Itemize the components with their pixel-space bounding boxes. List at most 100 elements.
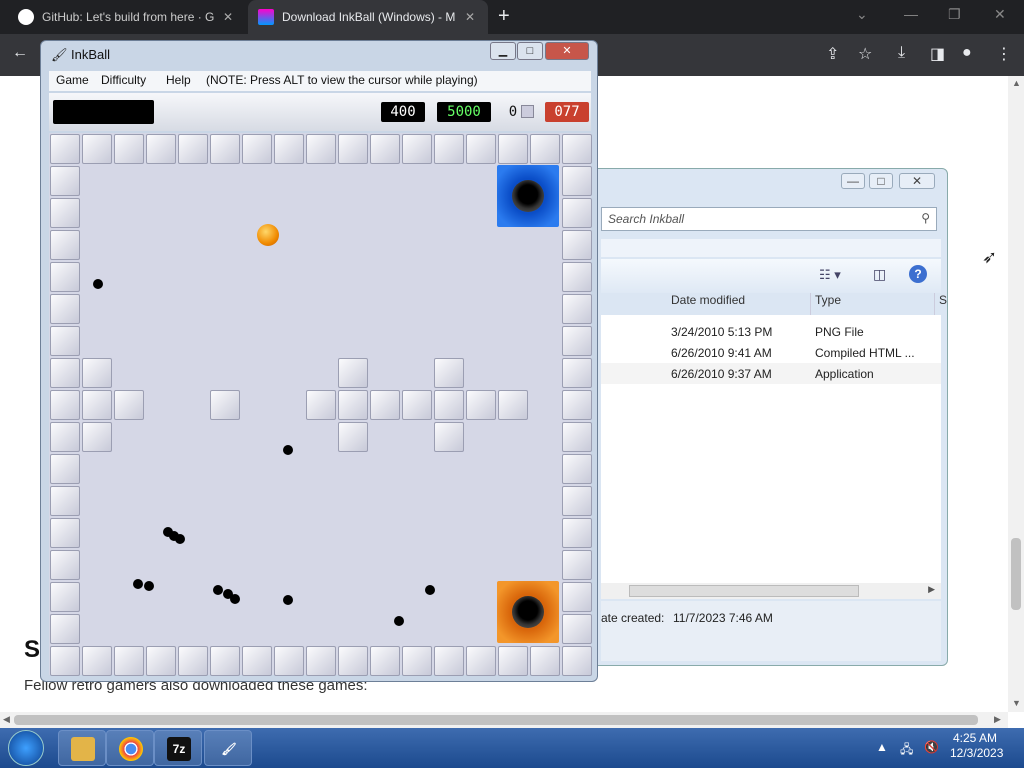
close-button[interactable]: ✕ [545,42,589,60]
scrollbar-thumb[interactable] [629,585,859,597]
close-icon[interactable]: ✕ [994,6,1006,23]
wall-tile [402,134,432,164]
wall-tile [562,454,592,484]
wall-tile [338,646,368,676]
wall-tile [178,134,208,164]
maximize-button[interactable]: □ [517,42,543,60]
search-icon[interactable]: ⚲ [921,211,930,225]
system-clock[interactable]: 4:25 AM 12/3/2023 [950,731,1003,761]
scroll-down-icon[interactable]: ▼ [1012,698,1021,708]
explorer-close-button[interactable]: ✕ [899,173,935,189]
tab-github[interactable]: GitHub: Let's build from here · G ✕ [8,0,246,34]
wall-tile [306,134,336,164]
column-date-modified[interactable]: Date modified [671,293,811,315]
scroll-right-icon[interactable]: ▶ [928,584,935,595]
wall-tile [82,646,112,676]
score-bar: 400 5000 0 077 [49,93,591,131]
help-icon[interactable]: ? [909,265,927,283]
wall-tile [370,390,400,420]
ink-dot [213,585,223,595]
wall-tile [562,198,592,228]
page-vertical-scrollbar[interactable]: ▲ ▼ [1008,76,1024,712]
preview-pane-icon[interactable]: ◫ [873,266,886,283]
tab-close-icon[interactable]: ✕ [462,10,478,24]
ball-queue-icon [521,105,534,118]
list-item[interactable]: 6/26/2010 9:37 AM Application [601,363,941,384]
ink-dot [394,616,404,626]
wall-tile [562,422,592,452]
new-tab-button[interactable]: + [498,5,510,28]
wall-tile [50,262,80,292]
ink-dot [93,279,103,289]
wall-tile [178,646,208,676]
menu-help[interactable]: Help [166,73,191,87]
side-panel-icon[interactable]: ◨ [930,44,945,64]
share-icon[interactable]: ⇪ [826,44,839,64]
restore-icon[interactable]: ❐ [948,6,961,23]
wall-tile [114,134,144,164]
blue-hole [497,165,559,227]
ink-dot [283,445,293,455]
tab-close-icon[interactable]: ✕ [220,10,236,24]
back-arrow-icon[interactable]: ← [12,44,28,62]
profile-icon[interactable]: ● [962,44,972,62]
list-item[interactable]: 6/26/2010 9:41 AM Compiled HTML ... [601,342,941,363]
minimize-icon[interactable]: — [904,6,918,22]
view-options-icon[interactable]: ☷ ▾ [819,267,841,283]
wall-tile [50,582,80,612]
scrollbar-thumb[interactable] [14,715,978,725]
wall-tile [498,390,528,420]
menu-difficulty[interactable]: Difficulty [101,73,146,87]
wall-tile [82,358,112,388]
wall-tile [274,646,304,676]
wall-tile [50,198,80,228]
taskbar: 7z 🖌 ▲ 🖧 🔇 4:25 AM 12/3/2023 [0,728,1024,768]
network-icon[interactable]: 🖧 [900,740,913,761]
menu-dots-icon[interactable]: ⋮ [996,44,1012,64]
column-label: Type [815,293,842,307]
wall-tile [498,646,528,676]
show-hidden-icons-icon[interactable]: ▲ [876,740,888,754]
inkball-window[interactable]: 🖌 InkBall ▁ □ ✕ Game Difficulty Help (NO… [40,40,598,682]
taskbar-7zip[interactable]: 7z [154,730,202,766]
scroll-left-icon[interactable]: ◀ [3,714,10,725]
file-list-horizontal-scrollbar[interactable]: ▶ [601,583,941,599]
wall-tile [562,614,592,644]
column-label: S [939,293,948,307]
explorer-maximize-button[interactable]: □ [869,173,893,189]
column-size[interactable]: S [939,293,949,315]
wall-tile [50,326,80,356]
explorer-minimize-button[interactable]: — [841,173,865,189]
bookmark-star-icon[interactable]: ☆ [858,44,872,64]
orange-ball [257,224,279,246]
tab-inkball-download[interactable]: Download InkBall (Windows) - M ✕ [248,0,488,34]
download-icon[interactable]: ⤓ [898,44,905,62]
scroll-right-icon[interactable]: ▶ [994,714,1001,725]
explorer-window[interactable]: — □ ✕ Search Inkball ⚲ ☷ ▾ ◫ ? Date modi… [592,168,948,666]
wall-tile [530,134,560,164]
file-date: 6/26/2010 9:37 AM [671,367,772,381]
taskbar-explorer[interactable] [58,730,106,766]
scroll-up-icon[interactable]: ▲ [1012,78,1021,88]
start-button[interactable] [8,730,44,766]
scrollbar-thumb[interactable] [1011,538,1021,610]
column-type[interactable]: Type [815,293,935,315]
taskbar-chrome[interactable] [106,730,154,766]
menu-game[interactable]: Game [56,73,89,87]
game-board[interactable] [49,133,592,676]
search-input[interactable]: Search Inkball ⚲ [601,207,937,231]
wall-tile [82,422,112,452]
ink-dot [133,579,143,589]
inkball-icon: 🖌 [221,742,237,756]
wall-tile [562,518,592,548]
wall-tile [402,646,432,676]
wall-tile [562,358,592,388]
volume-muted-icon[interactable]: 🔇 [924,740,939,754]
tab-search-icon[interactable]: ⌄ [856,6,868,23]
wall-tile [434,134,464,164]
list-item[interactable]: 3/24/2010 5:13 PM PNG File [601,321,941,342]
hole-pit [512,596,544,628]
page-horizontal-scrollbar[interactable]: ◀ ▶ [0,712,1008,728]
minimize-button[interactable]: ▁ [490,42,516,60]
taskbar-inkball[interactable]: 🖌 [204,730,252,766]
